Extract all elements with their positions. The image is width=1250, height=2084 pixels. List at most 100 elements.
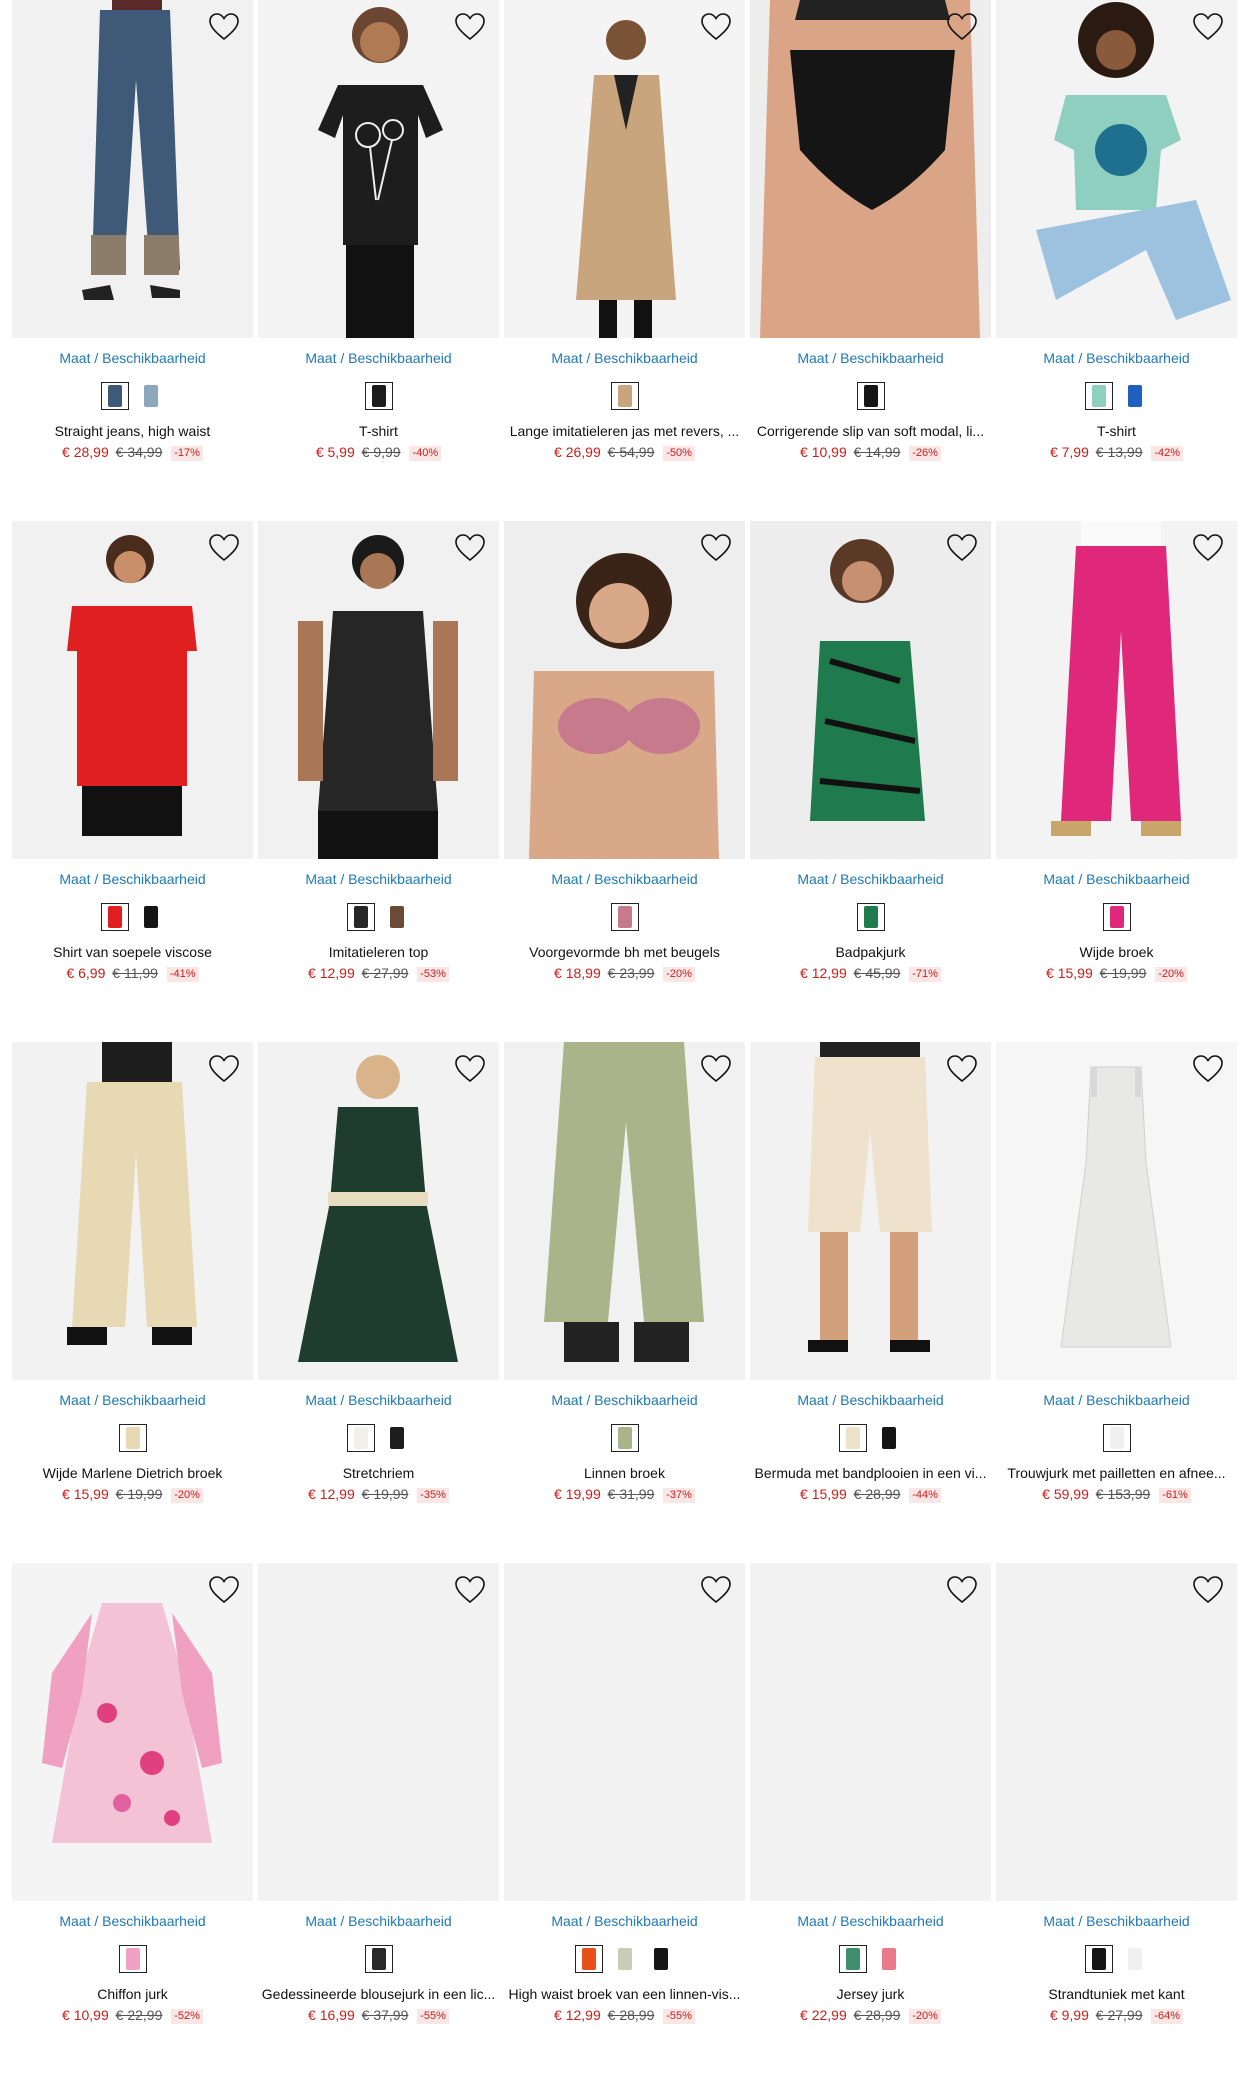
product-image[interactable] [750, 1563, 991, 1901]
size-availability-link[interactable]: Maat / Beschikbaarheid [996, 350, 1237, 366]
color-swatch[interactable] [838, 1424, 867, 1452]
color-swatch[interactable] [646, 1945, 675, 1973]
product-card[interactable]: Maat / Beschikbaarheid Bermuda met bandp… [750, 1042, 991, 1563]
product-name[interactable]: Strandtuniek met kant [996, 1986, 1237, 2002]
product-name[interactable]: Chiffon jurk [12, 1986, 253, 2002]
product-image[interactable] [750, 521, 991, 859]
product-name[interactable]: Badpakjurk [750, 944, 991, 960]
product-image[interactable] [258, 1563, 499, 1901]
product-card[interactable]: Maat / Beschikbaarheid T-shirt € 7,99 € … [996, 0, 1237, 521]
color-swatch[interactable] [100, 382, 129, 410]
color-swatch[interactable] [874, 1945, 903, 1973]
product-card[interactable]: Maat / Beschikbaarheid Trouwjurk met pai… [996, 1042, 1237, 1563]
color-swatch[interactable] [1102, 903, 1131, 931]
product-card[interactable]: Maat / Beschikbaarheid T-shirt € 5,99 € … [258, 0, 499, 521]
product-image[interactable] [258, 0, 499, 338]
product-image[interactable] [12, 521, 253, 859]
size-availability-link[interactable]: Maat / Beschikbaarheid [750, 350, 991, 366]
wishlist-heart-icon[interactable] [207, 1052, 241, 1086]
color-swatch[interactable] [1084, 382, 1113, 410]
wishlist-heart-icon[interactable] [699, 10, 733, 44]
product-name[interactable]: T-shirt [258, 423, 499, 439]
product-name[interactable]: Wijde Marlene Dietrich broek [12, 1465, 253, 1481]
wishlist-heart-icon[interactable] [207, 10, 241, 44]
wishlist-heart-icon[interactable] [207, 1573, 241, 1607]
wishlist-heart-icon[interactable] [945, 1052, 979, 1086]
product-name[interactable]: Imitatieleren top [258, 944, 499, 960]
color-swatch[interactable] [136, 903, 165, 931]
product-card[interactable]: Maat / Beschikbaarheid Wijde broek € 15,… [996, 521, 1237, 1042]
product-card[interactable]: Maat / Beschikbaarheid Straight jeans, h… [12, 0, 253, 521]
size-availability-link[interactable]: Maat / Beschikbaarheid [504, 1913, 745, 1929]
color-swatch[interactable] [610, 1424, 639, 1452]
size-availability-link[interactable]: Maat / Beschikbaarheid [750, 871, 991, 887]
product-name[interactable]: Voorgevormde bh met beugels [504, 944, 745, 960]
wishlist-heart-icon[interactable] [699, 1573, 733, 1607]
size-availability-link[interactable]: Maat / Beschikbaarheid [504, 1392, 745, 1408]
product-name[interactable]: Jersey jurk [750, 1986, 991, 2002]
product-image[interactable] [996, 0, 1237, 338]
product-card[interactable]: Maat / Beschikbaarheid Linnen broek € 19… [504, 1042, 745, 1563]
product-name[interactable]: Shirt van soepele viscose [12, 944, 253, 960]
product-card[interactable]: Maat / Beschikbaarheid Wijde Marlene Die… [12, 1042, 253, 1563]
wishlist-heart-icon[interactable] [453, 1052, 487, 1086]
color-swatch[interactable] [100, 903, 129, 931]
color-swatch[interactable] [382, 1424, 411, 1452]
product-image[interactable] [504, 1563, 745, 1901]
product-image[interactable] [996, 1563, 1237, 1901]
color-swatch[interactable] [346, 1424, 375, 1452]
product-image[interactable] [504, 1042, 745, 1380]
wishlist-heart-icon[interactable] [699, 1052, 733, 1086]
product-image[interactable] [258, 1042, 499, 1380]
product-image[interactable] [12, 0, 253, 338]
wishlist-heart-icon[interactable] [945, 531, 979, 565]
size-availability-link[interactable]: Maat / Beschikbaarheid [258, 871, 499, 887]
size-availability-link[interactable]: Maat / Beschikbaarheid [12, 350, 253, 366]
product-card[interactable]: Maat / Beschikbaarheid Voorgevormde bh m… [504, 521, 745, 1042]
product-name[interactable]: Linnen broek [504, 1465, 745, 1481]
product-image[interactable] [504, 521, 745, 859]
wishlist-heart-icon[interactable] [1191, 1573, 1225, 1607]
color-swatch[interactable] [1120, 382, 1149, 410]
size-availability-link[interactable]: Maat / Beschikbaarheid [504, 871, 745, 887]
color-swatch[interactable] [856, 903, 885, 931]
wishlist-heart-icon[interactable] [453, 10, 487, 44]
product-name[interactable]: Lange imitatieleren jas met revers, ... [504, 423, 745, 439]
product-name[interactable]: High waist broek van een linnen-vis... [504, 1986, 745, 2002]
color-swatch[interactable] [118, 1424, 147, 1452]
product-image[interactable] [996, 1042, 1237, 1380]
color-swatch[interactable] [364, 382, 393, 410]
product-name[interactable]: Straight jeans, high waist [12, 423, 253, 439]
color-swatch[interactable] [610, 1945, 639, 1973]
wishlist-heart-icon[interactable] [945, 1573, 979, 1607]
color-swatch[interactable] [382, 903, 411, 931]
size-availability-link[interactable]: Maat / Beschikbaarheid [750, 1913, 991, 1929]
product-image[interactable] [12, 1563, 253, 1901]
color-swatch[interactable] [874, 1424, 903, 1452]
product-card[interactable]: Maat / Beschikbaarheid Lange imitatieler… [504, 0, 745, 521]
product-card[interactable]: Maat / Beschikbaarheid Jersey jurk € 22,… [750, 1563, 991, 2084]
product-name[interactable]: Gedessineerde blousejurk in een lic... [258, 1986, 499, 2002]
size-availability-link[interactable]: Maat / Beschikbaarheid [996, 871, 1237, 887]
product-image[interactable] [504, 0, 745, 338]
color-swatch[interactable] [346, 903, 375, 931]
size-availability-link[interactable]: Maat / Beschikbaarheid [750, 1392, 991, 1408]
size-availability-link[interactable]: Maat / Beschikbaarheid [258, 350, 499, 366]
color-swatch[interactable] [1120, 1945, 1149, 1973]
product-name[interactable]: Stretchriem [258, 1465, 499, 1481]
color-swatch[interactable] [610, 903, 639, 931]
wishlist-heart-icon[interactable] [453, 1573, 487, 1607]
product-name[interactable]: Bermuda met bandplooien in een vi... [750, 1465, 991, 1481]
size-availability-link[interactable]: Maat / Beschikbaarheid [996, 1913, 1237, 1929]
product-card[interactable]: Maat / Beschikbaarheid Stretchriem € 12,… [258, 1042, 499, 1563]
color-swatch[interactable] [136, 382, 165, 410]
product-card[interactable]: Maat / Beschikbaarheid High waist broek … [504, 1563, 745, 2084]
wishlist-heart-icon[interactable] [207, 531, 241, 565]
product-name[interactable]: Wijde broek [996, 944, 1237, 960]
product-name[interactable]: Trouwjurk met pailletten en afnee... [996, 1465, 1237, 1481]
wishlist-heart-icon[interactable] [453, 531, 487, 565]
color-swatch[interactable] [1084, 1945, 1113, 1973]
size-availability-link[interactable]: Maat / Beschikbaarheid [504, 350, 745, 366]
product-card[interactable]: Maat / Beschikbaarheid Gedessineerde blo… [258, 1563, 499, 2084]
size-availability-link[interactable]: Maat / Beschikbaarheid [996, 1392, 1237, 1408]
